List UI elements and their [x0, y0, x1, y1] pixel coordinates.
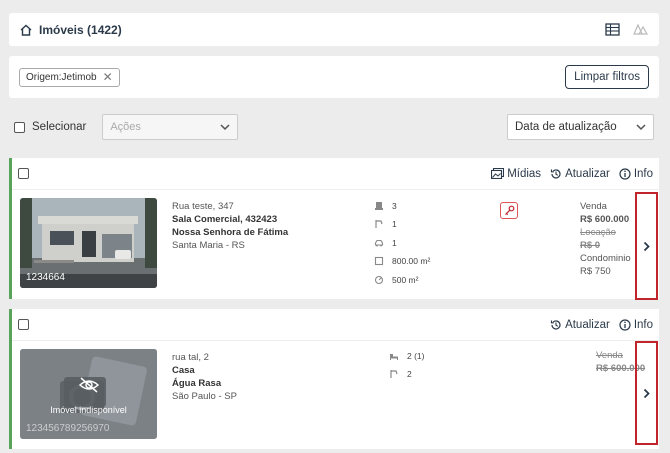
- map-icon[interactable]: [632, 22, 649, 37]
- feature-bathrooms: 2: [389, 368, 424, 379]
- info-label: Info: [633, 167, 653, 180]
- select-all-checkbox[interactable]: [14, 121, 25, 133]
- listing-neighborhood: Nossa Senhora de Fátima: [172, 227, 289, 238]
- update-button[interactable]: Atualizar: [550, 319, 610, 331]
- listing-card: Mídias Atualizar Info 1234664 Rua teste,…: [9, 158, 659, 300]
- listing-photo[interactable]: Imóvel indisponível 123456789256970: [20, 349, 157, 439]
- info-button[interactable]: Info: [619, 319, 653, 331]
- feature-value: 800.00 m²: [392, 256, 431, 266]
- history-icon: [550, 319, 561, 330]
- card-toolbar: Mídias Atualizar Info: [12, 158, 659, 190]
- bed-icon: [390, 353, 398, 360]
- chevron-right-icon: [643, 388, 650, 398]
- bed-icon: [375, 201, 383, 210]
- info-label: Info: [633, 318, 653, 331]
- clear-filters-button[interactable]: Limpar filtros: [565, 65, 649, 89]
- sort-value: Data de atualização: [515, 121, 617, 133]
- chevron-down-icon: [636, 123, 646, 130]
- listing-type: Casa: [172, 365, 195, 376]
- filter-chip-label: Origem:Jetimob: [26, 71, 97, 83]
- listing-features: 2 (1) 2: [389, 350, 424, 379]
- feature-value: 3: [392, 200, 397, 211]
- shower-icon: [375, 220, 383, 228]
- select-label: Selecionar: [32, 121, 87, 133]
- listing-city: São Paulo - SP: [172, 391, 237, 402]
- info-icon: [619, 318, 631, 331]
- sale-value: R$ 600.000: [580, 214, 630, 225]
- ruler-icon: [374, 275, 384, 284]
- open-listing-button[interactable]: [635, 341, 658, 445]
- listing-checkbox[interactable]: [18, 168, 29, 179]
- listing-photo[interactable]: 1234664: [20, 198, 157, 288]
- listing-card: Atualizar Info Imóvel indisponível 12345…: [9, 309, 659, 449]
- filter-chip[interactable]: Origem:Jetimob ✕: [19, 67, 120, 87]
- selection-toolbar: Selecionar Ações Data de atualização: [9, 108, 659, 146]
- listing-city: Santa Maria - RS: [172, 240, 245, 251]
- feature-value: 2 (1): [407, 350, 425, 361]
- feature-value: 1: [392, 237, 397, 248]
- chevron-down-icon: [220, 123, 230, 130]
- feature-total-area: 800.00 m²: [374, 256, 430, 267]
- listing-type: Sala Comercial, 432423: [172, 214, 278, 225]
- shower-icon: [390, 369, 398, 378]
- listing-features: 3 1 1 800.00 m² 500 m²: [374, 200, 430, 285]
- feature-value: 1: [392, 219, 397, 229]
- chevron-right-icon: [643, 241, 650, 251]
- info-button[interactable]: Info: [619, 168, 653, 180]
- media-button[interactable]: Mídias: [491, 168, 541, 180]
- area-icon: [374, 256, 384, 266]
- page-title: Imóveis (1422): [39, 22, 122, 37]
- listing-neighborhood: Água Rasa: [172, 378, 222, 389]
- feature-bedrooms: 2 (1): [389, 350, 424, 361]
- listing-code: 123456789256970: [26, 423, 110, 434]
- page-header: Imóveis (1422): [9, 13, 659, 46]
- sale-label: Venda: [580, 201, 607, 212]
- unavailable-label: Imóvel indisponível: [50, 405, 127, 415]
- feature-bathrooms: 1: [374, 219, 430, 230]
- feature-private-area: 500 m²: [374, 274, 430, 285]
- listing-prices: Venda R$ 600.000 Locação R$ 0 Condominio…: [580, 200, 631, 278]
- update-label: Atualizar: [565, 318, 610, 331]
- update-button[interactable]: Atualizar: [550, 168, 610, 180]
- close-icon[interactable]: ✕: [103, 71, 113, 83]
- card-toolbar: Atualizar Info: [12, 309, 659, 341]
- actions-select[interactable]: Ações: [102, 114, 239, 140]
- media-label: Mídias: [507, 167, 542, 180]
- listing-checkbox[interactable]: [18, 319, 29, 330]
- info-icon: [619, 167, 631, 180]
- condo-label: Condominio: [580, 253, 631, 264]
- condo-value: R$ 750: [580, 266, 611, 277]
- listing-code: 1234664: [26, 272, 65, 283]
- feature-value: 500 m²: [392, 274, 419, 285]
- feature-bedrooms: 3: [374, 200, 430, 211]
- listing-street: Rua teste, 347: [172, 201, 234, 212]
- open-listing-button[interactable]: [635, 192, 658, 300]
- home-icon[interactable]: [19, 23, 33, 37]
- actions-placeholder: Ações: [110, 121, 141, 133]
- listing-street: rua tal, 2: [172, 352, 209, 363]
- update-label: Atualizar: [565, 167, 610, 180]
- filter-bar: Origem:Jetimob ✕ Limpar filtros: [9, 56, 659, 98]
- rent-label: Locação: [580, 227, 616, 238]
- sort-select[interactable]: Data de atualização: [507, 114, 654, 140]
- car-icon: [374, 239, 384, 246]
- history-icon: [550, 168, 561, 179]
- listing-address: rua tal, 2 Casa Água Rasa São Paulo - SP: [172, 351, 237, 403]
- feature-parking: 1: [374, 237, 430, 248]
- eye-slash-icon: [78, 377, 100, 393]
- key-button[interactable]: [500, 202, 518, 219]
- rent-value: R$ 0: [580, 240, 601, 251]
- table-icon[interactable]: [605, 23, 620, 36]
- listing-address: Rua teste, 347 Sala Comercial, 432423 No…: [172, 200, 288, 252]
- media-icon: [491, 168, 505, 179]
- feature-value: 2: [407, 368, 412, 379]
- key-icon: [504, 205, 514, 216]
